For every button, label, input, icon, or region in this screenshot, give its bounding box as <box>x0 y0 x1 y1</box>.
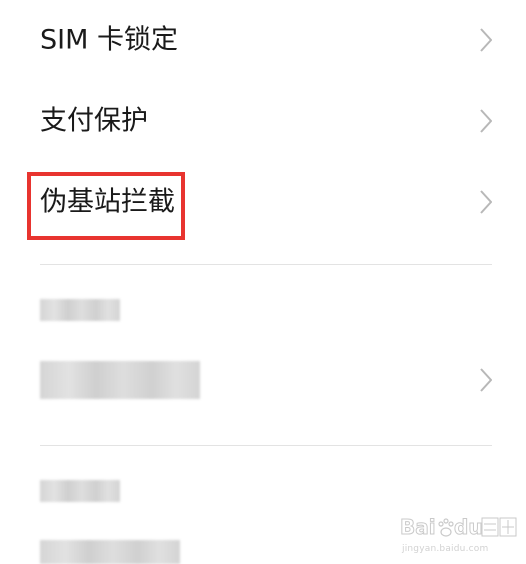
settings-item-label: SIM 卡锁定 <box>40 24 178 56</box>
chevron-right-icon <box>480 109 492 133</box>
blurred-section-header <box>40 480 120 502</box>
svg-text:du: du <box>454 515 483 539</box>
settings-item-fake-base-station-block[interactable]: 伪基站拦截 <box>0 162 526 242</box>
watermark-url: jingyan.baidu.com <box>402 544 489 554</box>
settings-item-sim-lock[interactable]: SIM 卡锁定 <box>0 0 526 80</box>
settings-item-payment-protection[interactable]: 支付保护 <box>0 81 526 161</box>
blurred-item-label <box>40 540 180 564</box>
blurred-item-label <box>40 361 200 399</box>
chevron-right-icon <box>480 368 492 392</box>
baidu-jingyan-watermark: Bai du jingyan.baidu.com <box>396 510 522 554</box>
section-divider <box>40 264 492 265</box>
chevron-right-icon <box>480 190 492 214</box>
chevron-right-icon <box>480 28 492 52</box>
blurred-section-header <box>40 299 120 321</box>
section-divider <box>40 445 492 446</box>
settings-item-label: 伪基站拦截 <box>40 186 175 218</box>
settings-item-label: 支付保护 <box>40 105 148 137</box>
svg-text:Bai: Bai <box>400 515 436 539</box>
